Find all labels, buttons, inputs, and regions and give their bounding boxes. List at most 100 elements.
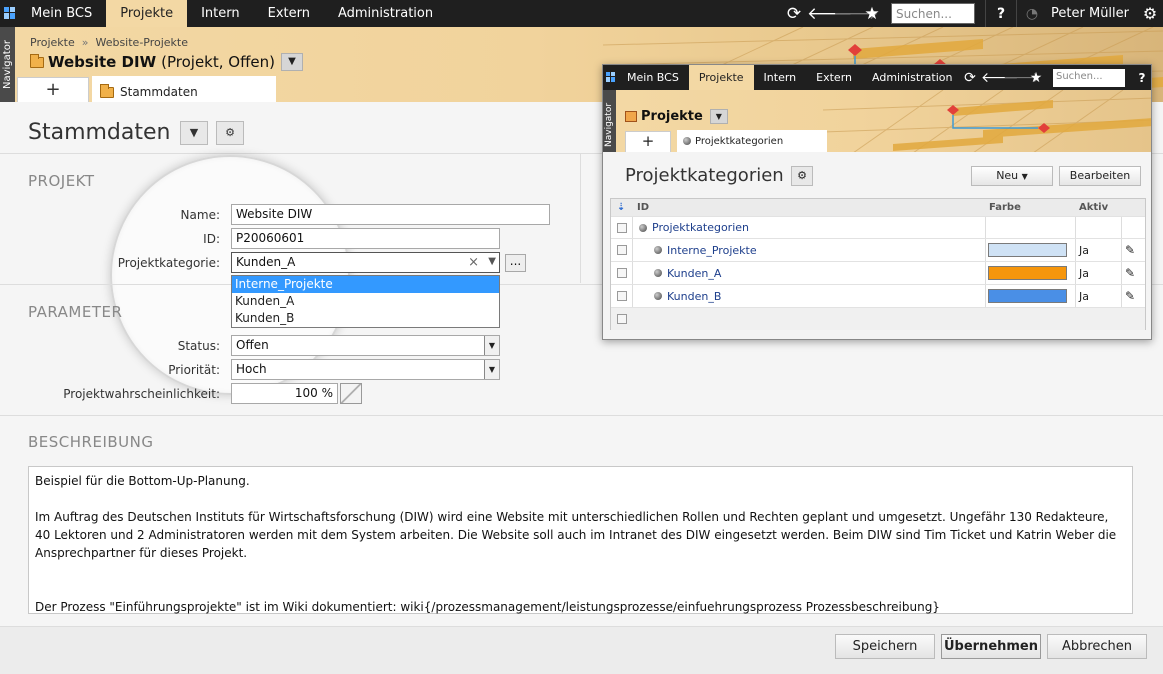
clear-icon[interactable]: × xyxy=(468,255,479,270)
table-row[interactable]: Interne_Projekte Ja ✎ xyxy=(611,239,1145,262)
inset-search-input[interactable]: Suchen... xyxy=(1053,68,1125,87)
page-settings-gear-icon[interactable]: ⚙ xyxy=(216,121,244,145)
id-label: ID: xyxy=(203,232,220,246)
refresh-icon[interactable]: ⟳ xyxy=(781,4,807,24)
inset-header-dropdown-button[interactable]: ▼ xyxy=(709,109,728,124)
breadcrumb-item-website-projekte[interactable]: Website-Projekte xyxy=(95,36,188,49)
row-checkbox[interactable] xyxy=(617,239,627,261)
header-menu-dropdown-button[interactable]: ▼ xyxy=(281,53,304,71)
gear-icon[interactable]: ⚙ xyxy=(1137,4,1163,23)
nav-tab-extern[interactable]: Extern xyxy=(254,0,324,27)
select-all-sort-icon[interactable]: ⇣ xyxy=(617,199,625,216)
projektwahrscheinlichkeit-input[interactable]: 100 % xyxy=(231,383,338,404)
row-checkbox[interactable] xyxy=(617,285,627,307)
back-arrow-icon[interactable]: 🡐 xyxy=(807,4,853,24)
nav-tab-intern[interactable]: Intern xyxy=(187,0,254,27)
top-navigation-bar: Mein BCS Projekte Intern Extern Administ… xyxy=(0,0,1163,27)
breadcrumb: Projekte » Website-Projekte xyxy=(30,36,188,49)
column-header-id[interactable]: ID xyxy=(637,199,649,216)
page-menu-dropdown-button[interactable]: ▼ xyxy=(180,121,208,145)
beschreibung-textarea[interactable]: Beispiel für die Bottom-Up-Planung. Im A… xyxy=(28,466,1133,614)
status-label: Status: xyxy=(177,339,220,353)
chevron-down-icon: ▼ xyxy=(1021,172,1028,181)
chevron-down-icon[interactable]: ▼ xyxy=(484,336,499,355)
toolbar-divider xyxy=(985,0,987,27)
row-checkbox[interactable] xyxy=(617,262,627,284)
table-row[interactable]: Kunden_B Ja ✎ xyxy=(611,285,1145,308)
more-options-button[interactable]: ... xyxy=(505,254,526,272)
back-arrow-icon[interactable]: 🡐 xyxy=(981,69,1019,86)
star-icon[interactable]: ★ xyxy=(1025,70,1047,86)
search-input[interactable]: Suchen... xyxy=(891,3,976,24)
table-row[interactable]: Kunden_A Ja ✎ xyxy=(611,262,1145,285)
inset-nav-tab-mein-bcs[interactable]: Mein BCS xyxy=(617,65,689,90)
new-button[interactable]: Neu ▼ xyxy=(971,166,1053,186)
nav-tab-mein-bcs[interactable]: Mein BCS xyxy=(17,0,106,27)
category-id-label: Kunden_A xyxy=(667,266,722,280)
stopwatch-icon[interactable]: ◔ xyxy=(1019,6,1045,22)
refresh-icon[interactable]: ⟳ xyxy=(959,70,981,86)
category-id-cell[interactable]: Kunden_A xyxy=(654,262,721,284)
chevron-down-icon[interactable]: ▼ xyxy=(484,360,499,379)
inset-nav-tab-intern[interactable]: Intern xyxy=(754,65,807,90)
projektwahrscheinlichkeit-value: 100 xyxy=(294,386,318,400)
table-row[interactable]: Projektkategorien xyxy=(611,217,1145,239)
name-input[interactable]: Website DIW xyxy=(231,204,550,225)
inset-nav-tab-administration[interactable]: Administration xyxy=(862,65,963,90)
category-icon xyxy=(654,269,662,277)
projektkategorie-combobox[interactable]: Kunden_A × ▼ xyxy=(231,252,500,273)
apply-button[interactable]: Übernehmen xyxy=(941,634,1041,659)
tab-stammdaten[interactable]: Stammdaten xyxy=(92,76,276,102)
chevron-down-icon[interactable]: ▼ xyxy=(488,256,496,267)
star-icon[interactable]: ★ xyxy=(859,4,885,24)
inset-nav-tab-projekte[interactable]: Projekte xyxy=(688,65,754,90)
forward-arrow-icon[interactable]: 🡒 xyxy=(833,4,879,24)
help-icon[interactable]: ? xyxy=(1131,71,1151,85)
projektkategorie-label: Projektkategorie: xyxy=(117,256,220,270)
category-icon xyxy=(683,137,691,145)
add-tab-button[interactable]: + xyxy=(17,77,89,102)
row-checkbox[interactable] xyxy=(617,217,627,238)
navigator-toggle[interactable]: Navigator xyxy=(0,27,15,102)
help-icon[interactable]: ? xyxy=(988,6,1014,22)
prioritaet-select[interactable]: Hoch ▼ xyxy=(231,359,500,380)
id-input[interactable]: P20060601 xyxy=(231,228,500,249)
row-checkbox[interactable] xyxy=(617,308,627,330)
dropdown-option-kunden-a[interactable]: Kunden_A xyxy=(232,293,499,310)
inset-add-tab-button[interactable]: + xyxy=(625,131,671,152)
category-id-cell[interactable]: Kunden_B xyxy=(654,285,721,307)
section-divider-vertical xyxy=(580,153,581,283)
user-name[interactable]: Peter Müller xyxy=(1051,6,1129,21)
project-type-status: (Projekt, Offen) xyxy=(161,53,276,71)
color-swatch xyxy=(988,289,1067,303)
inset-navigator-toggle[interactable]: Navigator xyxy=(603,90,616,160)
inset-settings-gear-icon[interactable]: ⚙ xyxy=(791,166,813,186)
edit-pencil-icon[interactable]: ✎ xyxy=(1125,239,1135,261)
dropdown-option-interne-projekte[interactable]: Interne_Projekte xyxy=(232,276,499,293)
app-logo-icon[interactable] xyxy=(605,65,617,90)
forward-arrow-icon[interactable]: 🡒 xyxy=(1003,69,1041,86)
app-logo-icon[interactable] xyxy=(2,0,17,27)
status-select[interactable]: Offen ▼ xyxy=(231,335,500,356)
folder-icon xyxy=(100,83,114,98)
category-id-cell[interactable]: Interne_Projekte xyxy=(654,239,757,261)
edit-pencil-icon[interactable]: ✎ xyxy=(1125,262,1135,284)
dropdown-option-kunden-b[interactable]: Kunden_B xyxy=(232,310,499,327)
slider-handle-icon[interactable] xyxy=(340,383,362,404)
column-header-farbe[interactable]: Farbe xyxy=(989,199,1021,216)
edit-button[interactable]: Bearbeiten xyxy=(1059,166,1141,186)
nav-tab-administration[interactable]: Administration xyxy=(324,0,447,27)
save-button[interactable]: Speichern xyxy=(835,634,935,659)
projects-icon xyxy=(625,111,637,122)
nav-tab-projekte[interactable]: Projekte xyxy=(106,0,188,27)
cancel-button[interactable]: Abbrechen xyxy=(1047,634,1147,659)
inset-tab-projektkategorien[interactable]: Projektkategorien xyxy=(677,130,827,152)
column-header-aktiv[interactable]: Aktiv xyxy=(1079,199,1108,216)
aktiv-cell: Ja xyxy=(1079,243,1089,257)
inset-nav-tab-extern[interactable]: Extern xyxy=(806,65,862,90)
folder-icon xyxy=(30,53,44,68)
edit-pencil-icon[interactable]: ✎ xyxy=(1125,285,1135,307)
tree-root-node[interactable]: Projektkategorien xyxy=(639,217,749,238)
breadcrumb-item-projekte[interactable]: Projekte xyxy=(30,36,75,49)
status-value: Offen xyxy=(236,338,269,352)
